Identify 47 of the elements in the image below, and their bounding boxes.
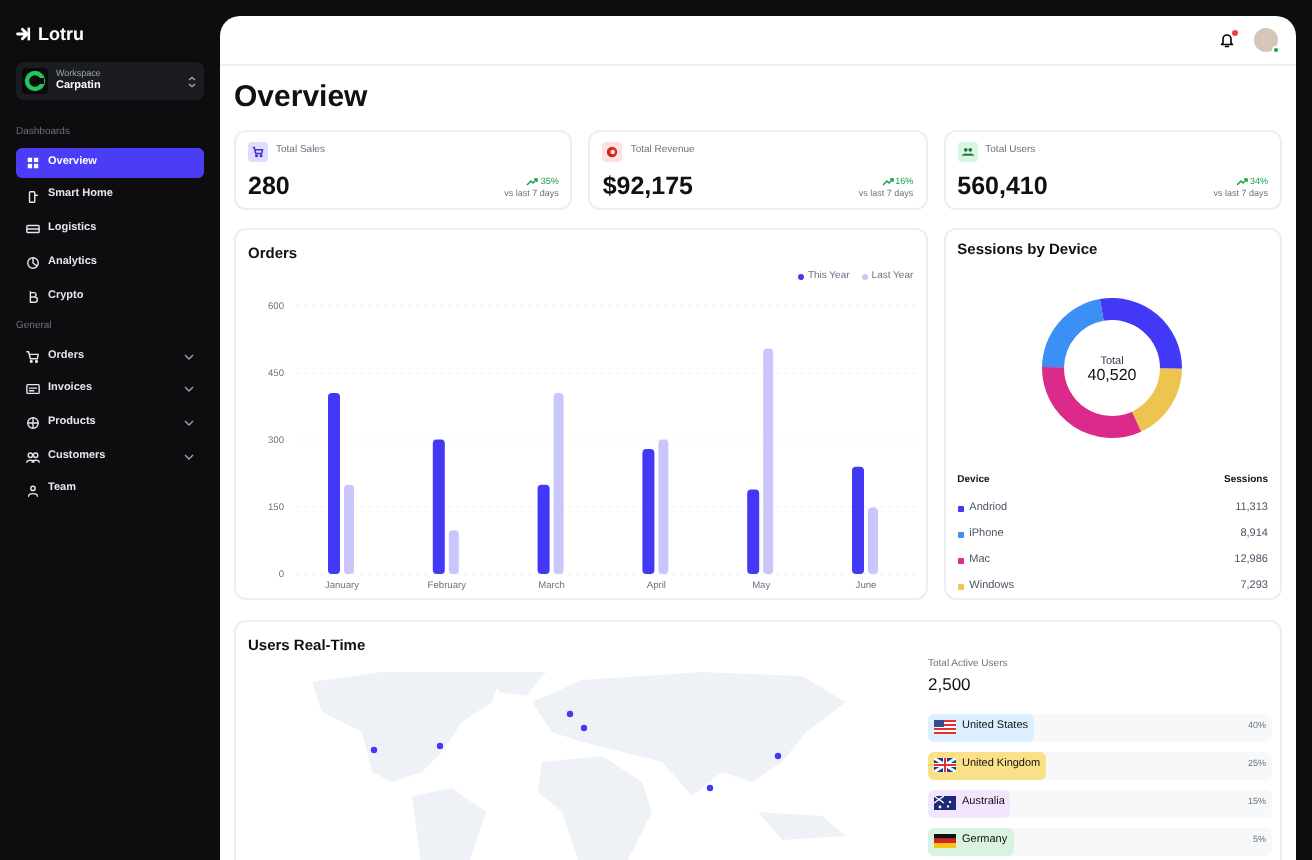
bar xyxy=(658,439,669,574)
location-dot xyxy=(370,746,378,754)
chevron-down-icon xyxy=(184,420,194,427)
location-dot xyxy=(580,724,588,732)
location-dot xyxy=(566,710,574,718)
donut-center-value: 40,520 xyxy=(1088,365,1138,383)
users-icon xyxy=(26,449,40,464)
chart-pie-icon xyxy=(26,256,40,271)
invoice-icon xyxy=(26,382,40,397)
stat-value: 560,410 xyxy=(957,173,1048,198)
notifications-button[interactable] xyxy=(1218,31,1236,49)
stat-value: 280 xyxy=(248,173,290,198)
stat-value: $92,175 xyxy=(602,173,694,198)
trend-up-icon xyxy=(1235,178,1248,187)
cart-icon xyxy=(26,349,40,364)
location-dot xyxy=(706,784,714,792)
grid-icon xyxy=(26,156,40,170)
bar xyxy=(344,484,354,574)
bitcoin-icon xyxy=(26,289,40,304)
bar xyxy=(868,507,878,574)
bar xyxy=(852,466,864,574)
cross-flag-icon xyxy=(934,758,956,772)
trend-up-icon xyxy=(526,178,539,187)
chevron-down-icon xyxy=(184,386,194,393)
tricolor-flag-icon xyxy=(934,834,956,848)
workspace-logo-icon xyxy=(22,68,48,94)
trend-up-icon xyxy=(881,178,894,187)
chevron-down-icon xyxy=(184,353,194,360)
page-title: Overview xyxy=(234,82,370,114)
user-icon xyxy=(26,483,40,497)
globe-icon xyxy=(26,416,40,431)
bell-icon xyxy=(1220,32,1234,48)
stripes-flag-icon xyxy=(934,720,956,734)
total-value: 2,500 xyxy=(928,676,973,693)
location-dot xyxy=(436,742,444,750)
arrow-icon xyxy=(16,26,32,42)
bar xyxy=(642,448,655,574)
bar xyxy=(432,439,445,574)
truck-icon xyxy=(26,222,40,237)
bar xyxy=(537,484,550,574)
chevron-down-icon xyxy=(184,453,194,460)
bar xyxy=(448,530,459,574)
location-dot xyxy=(774,752,782,760)
bar xyxy=(747,489,760,574)
logo-text: Lotru xyxy=(38,25,84,43)
chevron-updown-icon xyxy=(188,75,196,87)
star-flag-icon xyxy=(934,796,956,810)
